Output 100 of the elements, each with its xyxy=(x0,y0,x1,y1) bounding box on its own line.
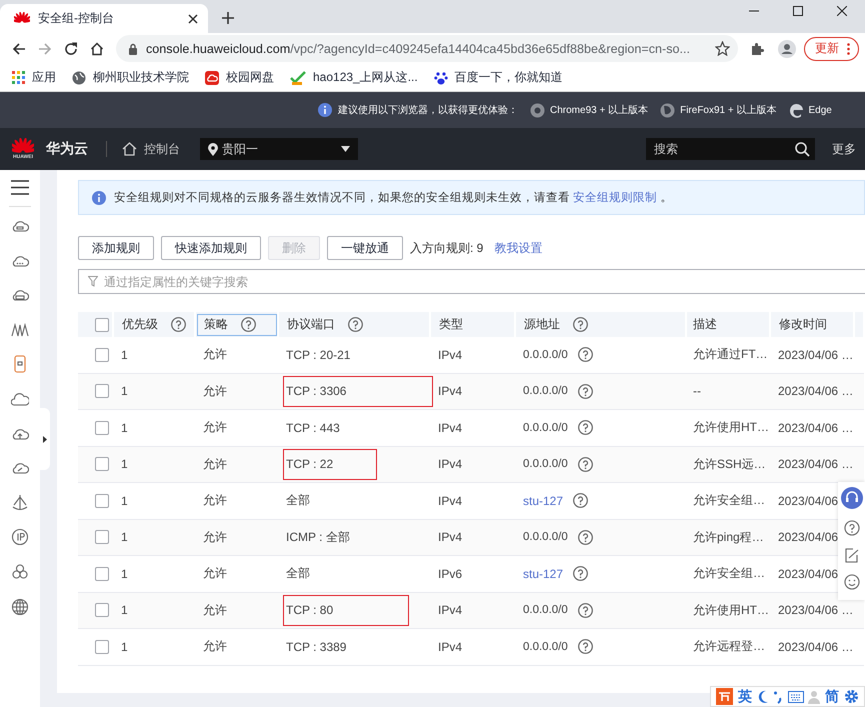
keyboard-icon[interactable] xyxy=(788,690,804,702)
checkbox[interactable] xyxy=(95,494,109,508)
search-icon[interactable] xyxy=(795,142,810,156)
help-icon[interactable] xyxy=(573,317,588,332)
ime-mode[interactable]: 英 xyxy=(738,688,752,706)
settings-icon[interactable] xyxy=(844,689,859,704)
smiley-icon[interactable] xyxy=(844,574,860,590)
checkbox[interactable] xyxy=(95,384,109,398)
table-cell: TCP : 80 xyxy=(286,603,334,618)
puzzle-icon[interactable] xyxy=(750,42,764,56)
punctuation-icon[interactable] xyxy=(773,690,784,704)
table-cell: 0.0.0.0/0 xyxy=(523,385,568,398)
filter-field[interactable]: 通过指定属性的关键字搜索 xyxy=(78,269,865,294)
column-header[interactable]: 策略 xyxy=(197,314,277,336)
ip-icon[interactable] xyxy=(11,528,29,546)
table-cell: 2023/04/06 xyxy=(778,494,838,508)
address-field[interactable]: console.huaweicloud.com/vpc/?agencyId=c409245efa14404ca45bd36e65df88be&region=cn-so... xyxy=(116,35,738,62)
toolbar-button[interactable]: 添加规则 xyxy=(78,236,154,260)
limit-link[interactable]: 安全组规则限制 xyxy=(573,192,658,204)
group-link[interactable]: stu-127 xyxy=(523,566,564,581)
home-icon[interactable] xyxy=(90,42,104,56)
brand-name: 华为云 xyxy=(46,140,88,158)
circles-icon[interactable] xyxy=(11,562,29,581)
group-link[interactable]: stu-127 xyxy=(523,494,564,508)
anchor-icon[interactable] xyxy=(11,494,29,512)
table-cell: 允许 xyxy=(203,384,227,398)
checkbox[interactable] xyxy=(95,603,109,618)
e-logo-icon xyxy=(788,102,804,118)
toolbar-button[interactable]: 快速添加规则 xyxy=(161,236,261,260)
column-header[interactable]: 修改时间 xyxy=(779,314,853,336)
maximize-icon[interactable] xyxy=(793,6,803,16)
more-link[interactable]: 更多 xyxy=(832,140,856,158)
column-header[interactable]: 描述 xyxy=(693,314,769,336)
bookmark[interactable]: 校园网盘 xyxy=(205,69,274,86)
checkbox[interactable] xyxy=(95,566,109,581)
column-header[interactable]: 类型 xyxy=(439,314,514,336)
checkbox[interactable] xyxy=(95,348,109,362)
profile-icon[interactable] xyxy=(778,40,796,58)
help-icon[interactable] xyxy=(348,317,363,332)
browser-link[interactable]: Edge xyxy=(788,102,832,118)
table-cell: IPv4 xyxy=(438,603,462,618)
bookmark[interactable]: 柳州职业技术学院 xyxy=(72,69,189,86)
browser-logo-icon xyxy=(530,102,545,118)
star-icon[interactable] xyxy=(715,41,730,56)
checkbox[interactable] xyxy=(95,530,109,544)
region-dropdown[interactable]: 贵阳一 xyxy=(200,138,358,160)
help-icon[interactable] xyxy=(578,384,593,399)
help-icon[interactable] xyxy=(578,347,593,362)
help-icon[interactable] xyxy=(578,602,593,618)
globe-icon[interactable] xyxy=(11,598,29,616)
help-icon[interactable] xyxy=(573,566,588,582)
help-icon[interactable] xyxy=(241,317,256,332)
close-icon[interactable] xyxy=(837,6,847,16)
browser-link[interactable]: FireFox91 + 以上版本 xyxy=(660,102,777,118)
table-cell: 允许SSH远… xyxy=(693,456,766,471)
help-icon[interactable] xyxy=(578,420,593,436)
moon-icon[interactable] xyxy=(756,690,769,704)
table-cell: 2023/04/06 … xyxy=(778,420,854,435)
console-link[interactable]: 控制台 xyxy=(122,140,180,158)
checkbox[interactable] xyxy=(95,318,109,332)
table-cell: IPv4 xyxy=(438,348,462,362)
column-header[interactable]: 优先级 xyxy=(122,314,194,336)
bookmark[interactable]: 百度一下，你就知道 xyxy=(434,69,563,86)
column-header[interactable]: 源地址 xyxy=(524,314,588,336)
close-icon[interactable] xyxy=(188,14,198,24)
toolbar-button[interactable]: 一键放通 xyxy=(327,236,403,260)
menu-icon[interactable] xyxy=(11,180,29,195)
help-icon[interactable] xyxy=(578,456,593,472)
help-icon[interactable] xyxy=(844,520,860,536)
checkbox[interactable] xyxy=(95,640,109,654)
search-field[interactable]: 搜索 xyxy=(646,138,815,160)
column-header[interactable]: 协议端口 xyxy=(287,314,429,336)
help-icon[interactable] xyxy=(578,530,593,545)
table-cell: 1 xyxy=(121,420,128,435)
help-icon[interactable] xyxy=(573,493,588,508)
bookmark[interactable]: hao123_上网从这... xyxy=(290,69,418,86)
headset-icon[interactable] xyxy=(840,487,862,509)
help-icon[interactable] xyxy=(578,639,593,654)
edit-note-icon[interactable] xyxy=(844,547,860,563)
table-cell: TCP : 443 xyxy=(286,420,340,435)
browser-link[interactable]: Chrome93 + 以上版本 xyxy=(530,102,648,118)
ime-logo-icon[interactable] xyxy=(716,688,734,705)
table-cell: TCP : 3389 xyxy=(286,640,346,654)
table-cell: 允许 xyxy=(203,530,227,544)
reload-icon[interactable] xyxy=(64,42,78,56)
checkbox[interactable] xyxy=(95,420,109,435)
ime-script[interactable]: 简 xyxy=(825,688,840,706)
bookmark[interactable]: 应用 xyxy=(12,69,56,86)
checkbox[interactable] xyxy=(95,457,109,472)
expand-handle[interactable] xyxy=(40,408,50,470)
help-icon[interactable] xyxy=(171,317,186,332)
table-cell: 允许通过FT… xyxy=(693,347,768,362)
back-icon[interactable] xyxy=(12,42,26,56)
browser-tab[interactable]: 安全组-控制台 xyxy=(0,4,208,33)
update-button[interactable]: 更新 xyxy=(804,36,859,60)
new-tab-icon[interactable] xyxy=(222,12,234,24)
table-cell: 0.0.0.0/0 xyxy=(523,531,568,544)
table-cell: IPv4 xyxy=(438,457,462,472)
table-cell: IPv4 xyxy=(438,384,462,398)
help-link[interactable]: 教我设置 xyxy=(494,240,542,256)
